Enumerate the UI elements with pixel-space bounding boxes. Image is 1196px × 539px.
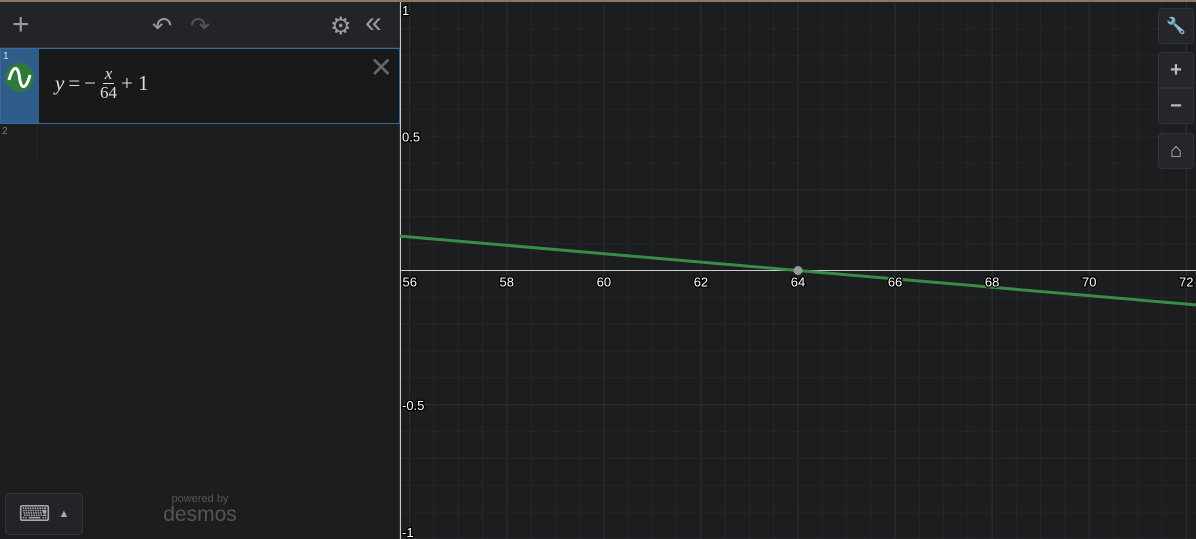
home-icon[interactable]: ⌂: [1158, 133, 1194, 169]
desmos-branding: powered by desmos: [150, 493, 250, 527]
x-tick-label: 60: [597, 275, 611, 290]
x-tick-label: 68: [985, 275, 999, 290]
desmos-logo: desmos: [163, 503, 237, 526]
math-tail: + 1: [121, 71, 149, 95]
add-expression-button[interactable]: +: [12, 8, 30, 42]
graph-visibility-icon[interactable]: [5, 63, 34, 92]
expression-math[interactable]: y = − x 64 + 1: [55, 65, 149, 102]
delete-expression-icon[interactable]: ✕: [370, 51, 393, 84]
arrow-up-icon: ▲: [58, 508, 70, 520]
numerator: x: [102, 64, 115, 84]
y-tick-label: 0.5: [402, 129, 420, 144]
x-tick-label: 56: [402, 275, 416, 290]
fraction: x 64: [100, 65, 117, 102]
expression-tab[interactable]: 1: [1, 49, 39, 123]
math-minus: −: [84, 71, 97, 95]
x-tick-label: 66: [888, 275, 902, 290]
math-eq: =: [68, 71, 81, 95]
settings-gear-icon[interactable]: ⚙: [330, 12, 352, 41]
expression-panel: + ↶ ↷ ⚙ « 1 y = − x 64 + 1 ✕ 2 ⌨ ▲ powered…: [0, 2, 400, 539]
x-tick-label: 62: [694, 275, 708, 290]
keyboard-icon: ⌨: [18, 501, 51, 526]
y-tick-label: 1: [402, 3, 409, 18]
y-tick-label: -0.5: [402, 398, 424, 413]
zoom-out-button[interactable]: −: [1158, 88, 1194, 124]
keyboard-toggle-button[interactable]: ⌨ ▲: [5, 493, 83, 535]
redo-button[interactable]: ↷: [190, 12, 210, 41]
toolbar: + ↶ ↷ ⚙ «: [0, 2, 399, 48]
wrench-icon[interactable]: 🔧: [1158, 8, 1194, 44]
expression-row-1[interactable]: 1 y = − x 64 + 1 ✕: [0, 48, 400, 124]
expression-row-2[interactable]: 2: [0, 124, 38, 162]
zoom-in-button[interactable]: +: [1158, 52, 1194, 88]
x-tick-label: 58: [500, 275, 514, 290]
x-tick-label: 70: [1082, 275, 1096, 290]
denominator: 64: [100, 83, 118, 102]
x-tick-label: 72: [1179, 275, 1193, 290]
graph-canvas[interactable]: 56 58 60 62 64 66 68 70 7210.5-0.5-1: [400, 2, 1196, 539]
expression-index: 1: [3, 51, 9, 62]
undo-button[interactable]: ↶: [152, 12, 172, 41]
expression-index: 2: [2, 126, 8, 137]
math-lhs: y: [55, 71, 65, 95]
collapse-panel-button[interactable]: «: [365, 6, 382, 40]
x-tick-label: 64: [791, 275, 805, 290]
